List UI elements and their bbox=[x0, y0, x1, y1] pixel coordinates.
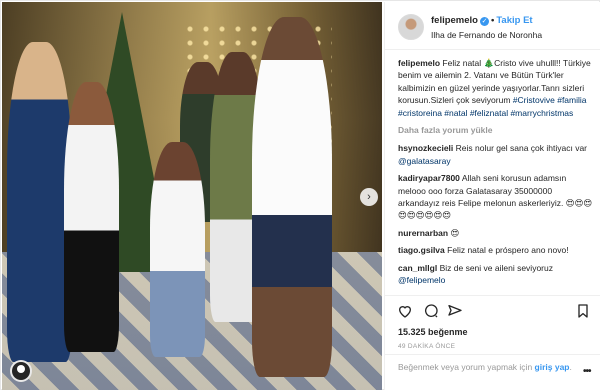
load-more-comments[interactable]: Daha fazla yorum yükle bbox=[398, 124, 594, 136]
heart-icon[interactable] bbox=[397, 303, 413, 319]
comment-item: nurernarban 😍 bbox=[398, 227, 594, 239]
post-sidebar: felipemelo ✓ • Takip Et Ilha de Fernando de… bbox=[384, 2, 600, 390]
comment-item: tiago.gsilva Feliz natal e próspero ano … bbox=[398, 244, 594, 256]
comment-item: hsynozkecieli Reis nolur gel sana çok ih… bbox=[398, 142, 594, 167]
comment-item: kadiryapar7800 Allah seni korusun adamsı… bbox=[398, 172, 594, 222]
follow-button[interactable]: Takip Et bbox=[496, 15, 532, 26]
comment-icon[interactable] bbox=[423, 303, 439, 319]
comment-text: 😍 bbox=[450, 227, 460, 238]
action-bar bbox=[385, 295, 600, 323]
likes-count[interactable]: 15.325 beğenme bbox=[398, 327, 468, 337]
person-small-boy bbox=[150, 142, 205, 357]
more-options-icon[interactable]: ••• bbox=[583, 366, 591, 377]
comment-username[interactable]: can_mllgl bbox=[398, 263, 437, 273]
login-prompt: Beğenmek veya yorum yapmak için giriş ya… bbox=[385, 354, 600, 390]
comment-item: can_mllgl Biz de seni ve aileni seviyoru… bbox=[398, 262, 594, 287]
separator-dot: • bbox=[491, 15, 495, 26]
login-end: . bbox=[569, 362, 572, 372]
avatar[interactable] bbox=[398, 14, 424, 40]
username-text[interactable]: felipemelo bbox=[431, 15, 478, 26]
user-tag-icon[interactable] bbox=[10, 360, 32, 382]
comment-username[interactable]: kadiryapar7800 bbox=[398, 173, 460, 183]
login-text: Beğenmek veya yorum yapmak için bbox=[398, 362, 535, 372]
comment-username[interactable]: tiago.gsilva bbox=[398, 245, 445, 255]
comment-username[interactable]: nurernarban bbox=[398, 228, 448, 238]
comment-username[interactable]: hsynozkecieli bbox=[398, 143, 453, 153]
comment-mention[interactable]: @galatasaray bbox=[398, 156, 451, 166]
post-card: › felipemelo ✓ • Takip Et Ilha de Fernando … bbox=[0, 0, 600, 390]
person-man bbox=[252, 17, 332, 377]
comment-text: Feliz natal e próspero ano novo! bbox=[447, 245, 569, 256]
post-username[interactable]: felipemelo ✓ • Takip Et bbox=[431, 15, 533, 26]
login-link[interactable]: giriş yap bbox=[535, 362, 570, 372]
comment-text: Reis nolur gel sana çok ihtiyacı var bbox=[455, 143, 587, 154]
next-arrow-icon[interactable]: › bbox=[360, 188, 378, 206]
location-link[interactable]: Ilha de Fernando de Noronha bbox=[431, 30, 542, 40]
comment-mention[interactable]: @felipemelo bbox=[398, 275, 445, 285]
comments-list: felipemelo Feliz natal 🎄Cristo vive uhul… bbox=[398, 57, 594, 297]
person-woman bbox=[7, 42, 72, 362]
share-icon[interactable] bbox=[447, 303, 463, 319]
caption-username[interactable]: felipemelo bbox=[398, 58, 440, 68]
verified-badge-icon: ✓ bbox=[480, 17, 489, 26]
person-girl bbox=[64, 82, 119, 352]
comment-text: Biz de seni ve aileni seviyoruz bbox=[439, 262, 553, 273]
post-header: felipemelo ✓ • Takip Et Ilha de Fernando de… bbox=[385, 2, 600, 50]
caption: felipemelo Feliz natal 🎄Cristo vive uhul… bbox=[398, 57, 594, 119]
post-timestamp[interactable]: 49 DAKİKA ÖNCE bbox=[398, 343, 455, 350]
bookmark-icon[interactable] bbox=[575, 303, 591, 319]
post-photo[interactable]: › bbox=[2, 2, 382, 390]
